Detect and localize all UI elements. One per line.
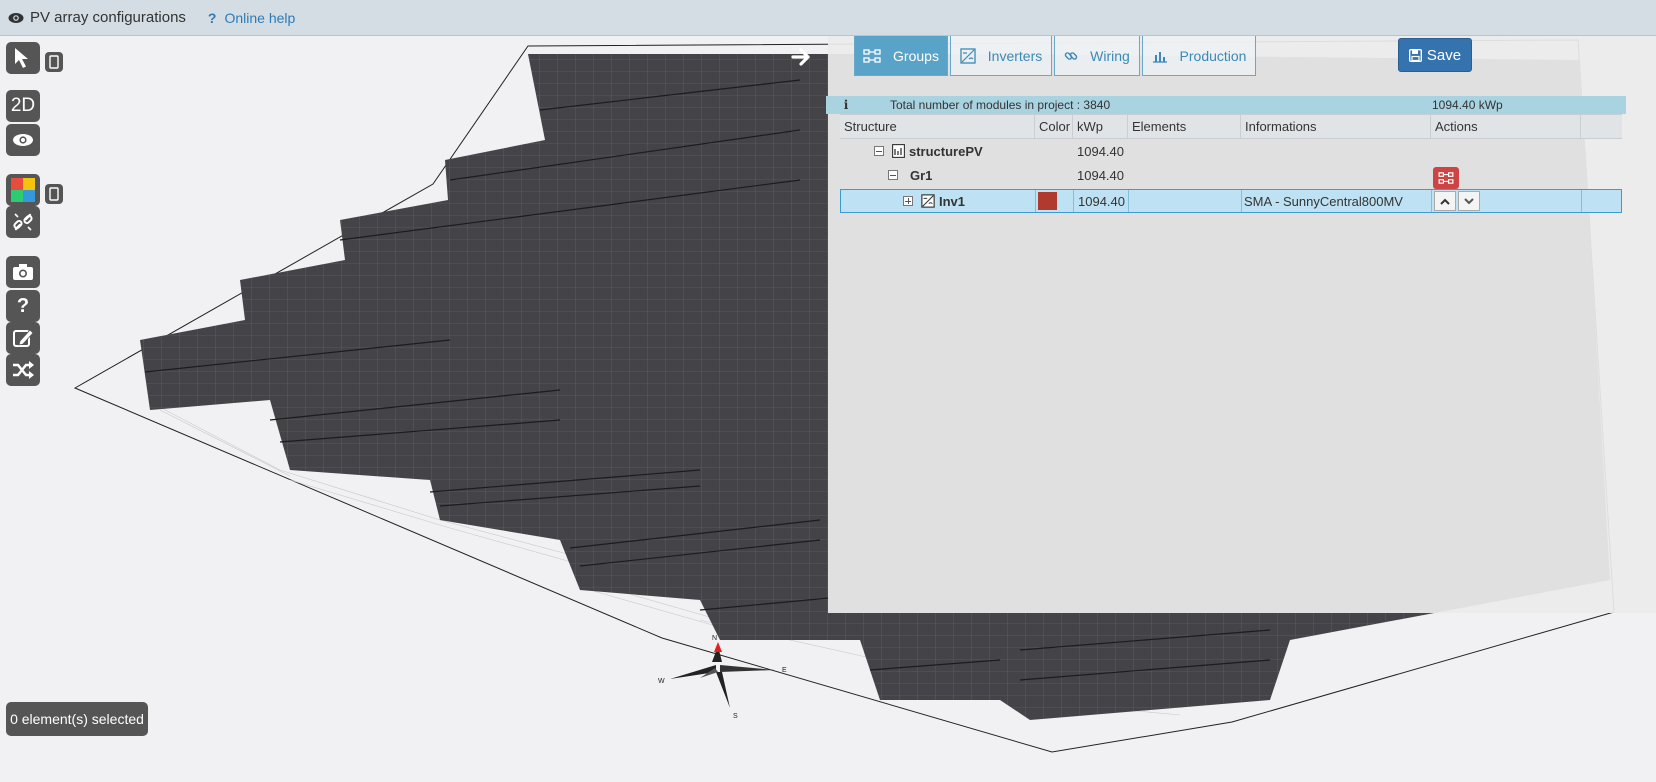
page-title: PV array configurations	[30, 9, 186, 26]
col-actions[interactable]: Actions	[1431, 115, 1581, 138]
row-name: Gr1	[910, 167, 933, 183]
row-name: structurePV	[909, 143, 983, 159]
eye-icon	[8, 12, 24, 24]
col-informations[interactable]: Informations	[1241, 115, 1431, 138]
move-down-button[interactable]	[1458, 191, 1480, 211]
floppy-icon	[1408, 48, 1422, 62]
compass-rose: N E S W	[658, 635, 787, 720]
shuffle-icon	[13, 361, 34, 379]
tab-wiring-label: Wiring	[1090, 47, 1130, 64]
help-icon: ?	[207, 9, 217, 26]
save-button[interactable]: Save	[1398, 38, 1472, 72]
structure-table: Structure Color kWp Elements Information…	[840, 114, 1622, 213]
unlink-button[interactable]	[6, 206, 40, 238]
title-bar: PV array configurations ? Online help	[0, 0, 1656, 36]
screenshot-button[interactable]	[6, 256, 40, 288]
row-kwp: 1094.40	[1074, 190, 1129, 212]
inverter-color-swatch[interactable]	[1038, 192, 1057, 210]
row-info: SMA - SunnyCentral800MV	[1242, 190, 1432, 212]
inverter-icon	[921, 194, 935, 208]
question-icon: ?	[16, 294, 30, 317]
view-2d-label: 2D	[10, 95, 36, 116]
cursor-arrow-icon	[15, 48, 28, 68]
bar-chart-icon	[1152, 51, 1167, 63]
mobile-icon	[49, 55, 59, 69]
edit-icon	[13, 329, 34, 347]
groups-icon	[1438, 172, 1454, 184]
camera-icon	[13, 264, 33, 280]
select-tool-button[interactable]	[6, 42, 40, 74]
expand-toggle[interactable]	[903, 196, 913, 206]
row-elements	[1129, 190, 1242, 212]
table-row-selected[interactable]: Inv1 1094.40 SMA - SunnyCentral800MV	[840, 189, 1622, 213]
shuffle-button[interactable]	[6, 354, 40, 386]
tab-inverters[interactable]: Inverters	[950, 36, 1052, 76]
compass-n: N	[712, 635, 717, 642]
row-name: Inv1	[939, 193, 966, 209]
configuration-panel: Groups Inverters Wiring Production Save …	[826, 36, 1656, 613]
visibility-button[interactable]	[6, 124, 40, 156]
online-help-link[interactable]: ? Online help	[208, 10, 295, 26]
groups-icon	[863, 48, 881, 63]
color-mode-button[interactable]	[6, 174, 40, 206]
arrow-right-icon	[791, 48, 810, 66]
info-icon: i	[843, 98, 849, 112]
eye-icon	[13, 134, 33, 146]
online-help-label: Online help	[224, 9, 296, 26]
table-row[interactable]: Gr1 1094.40	[840, 163, 1622, 187]
col-structure[interactable]: Structure	[840, 115, 1035, 138]
add-inverter-button[interactable]	[1433, 167, 1459, 189]
collapse-panel-button[interactable]	[790, 46, 814, 70]
compass-e: E	[782, 667, 787, 674]
save-label: Save	[1426, 46, 1462, 64]
edit-button[interactable]	[6, 322, 40, 354]
mobile-device-button[interactable]	[45, 52, 63, 72]
compass-s: S	[733, 713, 738, 720]
link-icon	[1064, 51, 1078, 60]
unlink-icon	[13, 213, 33, 231]
chevron-down-icon	[1464, 197, 1474, 204]
table-row[interactable]: structurePV 1094.40	[840, 139, 1622, 163]
mobile-icon	[49, 187, 59, 201]
total-kwp-text: 1094.40 kWp	[1432, 98, 1503, 112]
collapse-toggle[interactable]	[874, 146, 884, 156]
tab-production[interactable]: Production	[1142, 36, 1256, 76]
selection-status: 0 element(s) selected	[6, 702, 148, 736]
collapse-toggle[interactable]	[888, 170, 898, 180]
inverter-icon	[960, 47, 976, 64]
help-button[interactable]: ?	[6, 290, 40, 322]
tab-inverters-label: Inverters	[987, 47, 1043, 64]
row-elements	[1128, 163, 1241, 187]
chevron-up-icon	[1440, 198, 1450, 205]
row-info	[1241, 139, 1431, 163]
project-summary-bar: i Total number of modules in project : 3…	[826, 96, 1626, 114]
tab-wiring[interactable]: Wiring	[1054, 36, 1140, 76]
mobile-device-button-2[interactable]	[45, 184, 63, 204]
tab-groups[interactable]: Groups	[854, 36, 948, 76]
structure-icon	[892, 144, 905, 158]
row-kwp: 1094.40	[1077, 167, 1124, 183]
tab-groups-label: Groups	[893, 47, 939, 64]
total-modules-text: Total number of modules in project : 384…	[890, 98, 1111, 112]
color-grid-icon	[11, 178, 35, 202]
compass-w: W	[658, 678, 665, 685]
table-header: Structure Color kWp Elements Information…	[840, 114, 1622, 139]
col-elements[interactable]: Elements	[1128, 115, 1241, 138]
view-2d-button[interactable]: 2D	[6, 90, 40, 122]
col-color[interactable]: Color	[1035, 115, 1073, 138]
move-up-button[interactable]	[1434, 191, 1456, 211]
row-info	[1241, 163, 1431, 187]
tab-production-label: Production	[1179, 47, 1247, 64]
panel-tabs: Groups Inverters Wiring Production	[854, 36, 1258, 76]
row-elements	[1128, 139, 1241, 163]
col-kwp[interactable]: kWp	[1073, 115, 1128, 138]
row-kwp: 1094.40	[1077, 143, 1124, 159]
